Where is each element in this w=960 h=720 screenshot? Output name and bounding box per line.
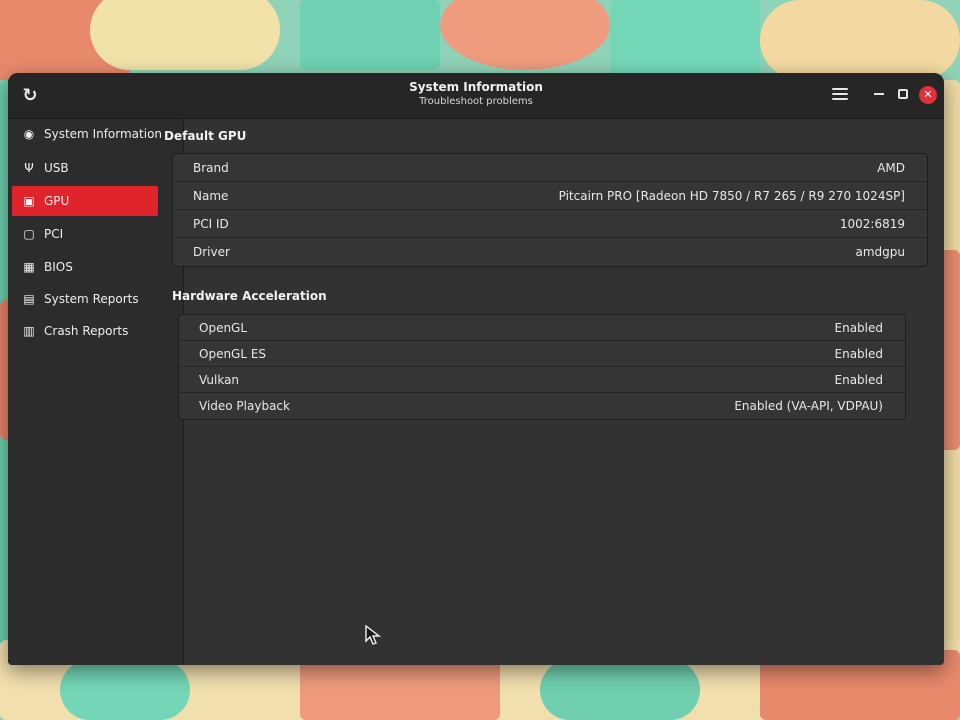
row-key: Driver <box>193 245 230 259</box>
system-information-window: ↻ System Information Troubleshoot proble… <box>8 73 944 665</box>
sidebar-item-usb[interactable]: Ψ USB <box>12 153 158 183</box>
default-gpu-title: Default GPU <box>164 129 247 143</box>
pci-card-icon: ▢ <box>23 227 35 241</box>
headerbar: ↻ System Information Troubleshoot proble… <box>8 73 944 119</box>
monitor-icon: ▣ <box>23 194 35 208</box>
usb-icon: Ψ <box>24 161 34 175</box>
mouse-cursor-icon <box>365 625 381 645</box>
table-row: OpenGL ES Enabled <box>179 341 905 367</box>
sidebar-item-crash-reports[interactable]: ▥ Crash Reports <box>12 316 158 346</box>
report-icon: ▤ <box>23 292 35 306</box>
row-value: Enabled <box>834 373 884 387</box>
row-value: Enabled <box>834 321 884 335</box>
sidebar-item-gpu[interactable]: ▣ GPU <box>12 186 158 216</box>
row-value: Enabled (VA-API, VDPAU) <box>734 399 883 413</box>
hardware-acceleration-group: OpenGL Enabled OpenGL ES Enabled Vulkan … <box>178 314 906 420</box>
row-value: 1002:6819 <box>839 217 905 231</box>
sidebar-item-system-reports[interactable]: ▤ System Reports <box>12 284 158 314</box>
row-key: PCI ID <box>193 217 229 231</box>
hamburger-menu-icon[interactable] <box>832 88 848 102</box>
row-value: Pitcairn PRO [Radeon HD 7850 / R7 265 / … <box>558 189 905 203</box>
row-key: Video Playback <box>199 399 290 413</box>
hardware-acceleration-title: Hardware Acceleration <box>172 289 327 303</box>
table-row: OpenGL Enabled <box>179 315 905 341</box>
sidebar-item-label: USB <box>44 161 69 175</box>
close-icon[interactable]: ✕ <box>919 86 937 104</box>
sidebar-item-label: GPU <box>44 194 70 208</box>
sidebar-item-bios[interactable]: ▦ BIOS <box>12 252 158 282</box>
sidebar-item-system-information[interactable]: ◉ System Information <box>12 119 162 149</box>
sidebar-item-label: System Information <box>44 127 163 141</box>
window-title-box: System Information Troubleshoot problems <box>8 80 944 108</box>
row-value: Enabled <box>834 347 884 361</box>
main-content: Default GPU Brand AMD Name Pitcairn PRO … <box>164 119 944 665</box>
crash-report-icon: ▥ <box>23 324 35 338</box>
sidebar-item-label: PCI <box>44 227 64 241</box>
table-row: PCI ID 1002:6819 <box>173 210 927 238</box>
row-key: Name <box>193 189 229 203</box>
chip-icon: ▦ <box>23 260 35 274</box>
sidebar: ◉ System Information Ψ USB ▣ GPU ▢ PCI ▦ BIOS… <box>8 119 184 665</box>
location-pin-icon: ◉ <box>23 127 35 141</box>
minimize-icon[interactable] <box>874 93 884 95</box>
default-gpu-group: Brand AMD Name Pitcairn PRO [Radeon HD 7… <box>172 153 928 267</box>
window-subtitle: Troubleshoot problems <box>419 96 533 107</box>
row-key: OpenGL <box>199 321 248 335</box>
table-row: Brand AMD <box>173 154 927 182</box>
sidebar-item-label: BIOS <box>44 260 73 274</box>
sidebar-item-pci[interactable]: ▢ PCI <box>12 219 158 249</box>
maximize-icon[interactable] <box>898 89 908 99</box>
row-value: AMD <box>877 161 905 175</box>
sidebar-item-label: Crash Reports <box>44 324 129 338</box>
row-key: Vulkan <box>199 373 240 387</box>
row-key: Brand <box>193 161 229 175</box>
table-row: Name Pitcairn PRO [Radeon HD 7850 / R7 2… <box>173 182 927 210</box>
table-row: Video Playback Enabled (VA-API, VDPAU) <box>179 393 905 419</box>
row-key: OpenGL ES <box>199 347 267 361</box>
table-row: Vulkan Enabled <box>179 367 905 393</box>
window-title: System Information <box>409 80 543 94</box>
table-row: Driver amdgpu <box>173 238 927 266</box>
sidebar-item-label: System Reports <box>44 292 139 306</box>
row-value: amdgpu <box>855 245 906 259</box>
